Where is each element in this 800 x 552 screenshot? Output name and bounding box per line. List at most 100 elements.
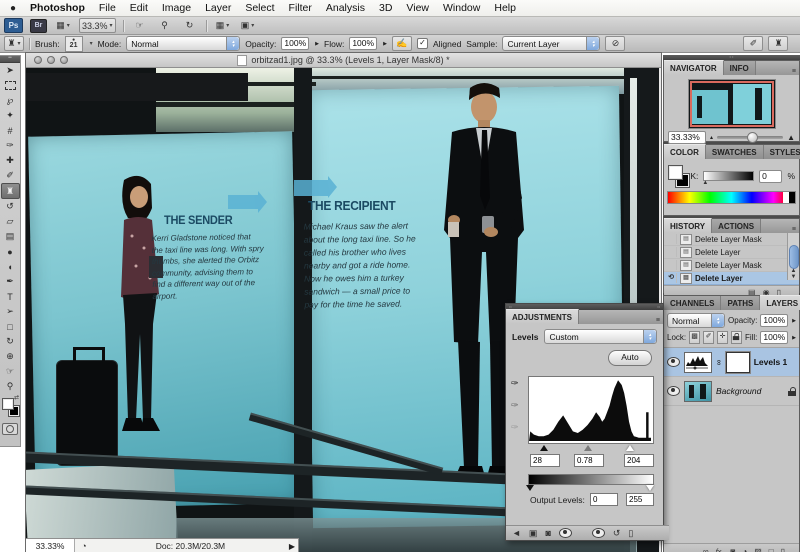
menu-layer[interactable]: Layer: [205, 2, 231, 14]
zoom-button[interactable]: [60, 56, 68, 64]
clone-stamp-preset-icon[interactable]: ♜▾: [4, 36, 24, 51]
navigator-zoom-slider[interactable]: [717, 136, 783, 139]
tab-history[interactable]: HISTORY: [664, 218, 712, 233]
status-zoom-field[interactable]: 33.33%: [26, 539, 75, 552]
eyedropper-tool[interactable]: ✑: [1, 138, 19, 153]
midtone-slider[interactable]: [584, 445, 592, 451]
blend-mode-select[interactable]: Normal▴▾: [667, 313, 725, 328]
spectrum-bw-end[interactable]: [783, 192, 795, 203]
delete-adjustment-icon[interactable]: ▯: [628, 528, 633, 539]
tab-paths[interactable]: PATHS: [721, 296, 760, 310]
menu-help[interactable]: Help: [494, 2, 516, 14]
rotate-view-icon[interactable]: ↻: [181, 19, 199, 32]
eraser-tool[interactable]: ▱: [1, 214, 19, 229]
mode-select[interactable]: Normal▴▾: [126, 36, 240, 51]
visibility-eye-icon[interactable]: [559, 528, 572, 538]
gradient-tool[interactable]: ▤: [1, 229, 19, 244]
black-point-eyedropper-icon[interactable]: ✑: [511, 378, 519, 389]
clone-stamp-tool[interactable]: ♜: [1, 183, 20, 199]
blur-tool[interactable]: ●: [1, 244, 19, 259]
adjustment-layer-thumbnail[interactable]: [684, 352, 712, 373]
output-shadow-slider[interactable]: [526, 485, 534, 491]
lasso-tool[interactable]: ℘: [1, 93, 19, 108]
zoom-out-icon[interactable]: ▴: [710, 134, 713, 141]
panel-menu-icon[interactable]: ≡: [792, 226, 799, 233]
lock-transparent-icon[interactable]: ▩: [689, 331, 700, 344]
sample-select[interactable]: Current Layer▴▾: [502, 36, 600, 51]
shadow-input-field[interactable]: 28: [530, 454, 560, 467]
menu-filter[interactable]: Filter: [289, 2, 312, 14]
aligned-checkbox[interactable]: ✓: [417, 38, 428, 49]
output-low-field[interactable]: 0: [590, 493, 618, 506]
color-spectrum-ramp[interactable]: [667, 191, 796, 204]
navigator-zoom-field[interactable]: 33.33%: [668, 131, 706, 144]
panel-menu-icon[interactable]: ≡: [792, 68, 799, 75]
quick-mask-button[interactable]: [2, 423, 18, 435]
k-slider-marker[interactable]: ▲: [702, 180, 708, 186]
layer-style-icon[interactable]: fx.: [716, 547, 724, 552]
auto-button[interactable]: Auto: [608, 350, 652, 366]
opacity-field[interactable]: 100%: [281, 37, 309, 50]
opacity-spinner-icon[interactable]: ▶: [792, 318, 796, 324]
flow-spinner-icon[interactable]: ▶: [383, 41, 387, 47]
path-selection-tool[interactable]: ➢: [1, 304, 19, 319]
menu-analysis[interactable]: Analysis: [326, 2, 365, 14]
layer-fill-field[interactable]: 100%: [760, 331, 788, 344]
ignore-adjustment-layers-icon[interactable]: ⊘: [605, 36, 625, 51]
apple-menu-icon[interactable]: ●: [10, 3, 16, 14]
document-title-bar[interactable]: orbitzad1.jpg @ 33.3% (Levels 1, Layer M…: [26, 53, 661, 68]
menu-image[interactable]: Image: [162, 2, 191, 14]
gray-point-eyedropper-icon[interactable]: ✑: [511, 400, 519, 411]
zoom-in-icon[interactable]: ▲: [787, 133, 795, 142]
flow-field[interactable]: 100%: [349, 37, 377, 50]
new-adjustment-layer-icon[interactable]: ◑: [742, 547, 747, 552]
history-row[interactable]: ▤ Delete Layer Mask: [664, 233, 799, 246]
k-gradient-slider[interactable]: ▲: [703, 171, 754, 181]
menu-3d[interactable]: 3D: [379, 2, 392, 14]
tab-color[interactable]: COLOR: [664, 144, 706, 159]
menu-photoshop[interactable]: Photoshop: [30, 2, 85, 14]
panel-menu-icon[interactable]: ≡: [656, 317, 663, 324]
hand-tool-icon[interactable]: ☞: [131, 19, 149, 32]
layer-opacity-field[interactable]: 100%: [760, 314, 788, 327]
midtone-input-field[interactable]: 0.78: [574, 454, 604, 467]
scrollbar-arrows[interactable]: ▲▼: [789, 268, 798, 280]
history-source-well[interactable]: [666, 234, 677, 244]
previous-state-eye-icon[interactable]: [592, 528, 605, 538]
lock-position-icon[interactable]: ✛: [717, 331, 728, 344]
link-layers-icon[interactable]: ∞: [703, 547, 709, 552]
layer-thumbnail[interactable]: [684, 381, 712, 402]
move-tool[interactable]: ➤: [1, 63, 19, 78]
history-source-well[interactable]: ⟲: [666, 273, 677, 283]
tab-channels[interactable]: CHANNELS: [664, 296, 721, 310]
history-row-selected[interactable]: ⟲ ▤ Delete Layer: [664, 272, 799, 285]
airbrush-toggle-icon[interactable]: ✍: [392, 36, 412, 51]
close-button[interactable]: [34, 56, 42, 64]
return-to-list-icon[interactable]: ◄: [512, 528, 521, 538]
zoom-tool-icon[interactable]: ⚲: [156, 19, 174, 32]
menu-select[interactable]: Select: [245, 2, 274, 14]
status-menu-arrow-icon[interactable]: ▶: [289, 542, 295, 551]
add-mask-icon[interactable]: ◙: [731, 547, 736, 552]
menu-window[interactable]: Window: [443, 2, 480, 14]
dodge-tool[interactable]: ◖: [1, 259, 19, 274]
navigator-view-box[interactable]: [690, 81, 774, 127]
clip-to-layer-icon[interactable]: ◙: [545, 528, 550, 538]
toolbar-grip[interactable]: ••: [0, 56, 20, 63]
panel-size-icon[interactable]: ▣: [529, 528, 538, 539]
history-source-well[interactable]: [666, 247, 677, 257]
toggle-clone-source-panel-icon[interactable]: ♜: [768, 36, 788, 51]
k-value-field[interactable]: 0: [759, 170, 782, 183]
tab-actions[interactable]: ACTIONS: [712, 219, 761, 233]
hand-tool[interactable]: ☞: [1, 364, 19, 379]
output-highlight-slider[interactable]: [646, 485, 654, 491]
tab-navigator[interactable]: NAVIGATOR: [664, 60, 724, 75]
foreground-color-swatch[interactable]: [2, 398, 14, 410]
zoom-level-dropdown[interactable]: 33.3%▾: [79, 18, 116, 33]
layer-row-background[interactable]: Background: [664, 377, 799, 406]
lock-paint-icon[interactable]: ✐: [703, 331, 714, 344]
pen-tool[interactable]: ✒: [1, 274, 19, 289]
new-group-icon[interactable]: ▨: [754, 547, 762, 552]
reset-icon[interactable]: ↺: [613, 528, 621, 539]
view-extras-icon[interactable]: ▦▾: [54, 19, 72, 32]
